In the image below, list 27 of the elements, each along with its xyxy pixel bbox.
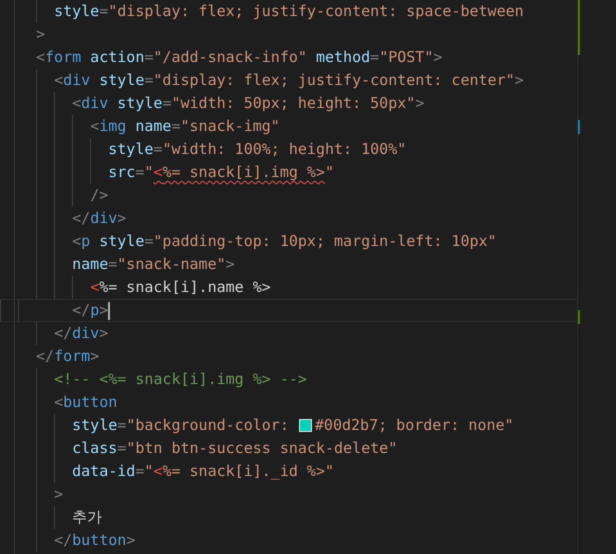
code-line: > xyxy=(54,484,64,505)
code-line: 추가 xyxy=(72,507,102,528)
code-line: /> xyxy=(90,185,108,206)
code-line: #00d2b7; border: none" xyxy=(314,415,514,436)
code-line: <%= snack[i].name %> xyxy=(90,277,271,298)
code-line: style="display: flex; justify-content: space-between xyxy=(54,1,524,22)
code-line: </div> xyxy=(72,208,126,229)
code-line: </form> xyxy=(36,346,100,367)
code-line: style="background-color: xyxy=(72,415,290,436)
code-line: <img name="snack-img" xyxy=(90,116,280,137)
code-line: <form action="/add-snack-info" method="POST"> xyxy=(36,47,442,68)
code-line: name="snack-name"> xyxy=(72,254,235,275)
code-line: > xyxy=(36,24,46,45)
code-line: </div> xyxy=(54,323,108,344)
color-swatch-icon[interactable] xyxy=(298,419,312,432)
code-line: </p> xyxy=(72,300,108,321)
code-line: src="<%= snack[i].img %>" xyxy=(108,162,334,183)
code-line: style="width: 100%; height: 100%" xyxy=(108,139,406,160)
code-line: <button xyxy=(54,392,118,413)
code-line: data-id="<%= snack[i]._id %>" xyxy=(72,461,334,482)
text-cursor xyxy=(108,302,110,320)
code-line: <div style="width: 50px; height: 50px"> xyxy=(72,93,424,114)
code-line: <p style="padding-top: 10px; margin-left: 10px" xyxy=(72,231,497,252)
code-line: <div style="display: flex; justify-content: center"> xyxy=(54,70,524,91)
code-line: </button> xyxy=(54,530,136,551)
code-line: class="btn btn-success snack-delete" xyxy=(72,438,398,459)
code-line: <!-- <%= snack[i].img %> --> xyxy=(54,369,307,390)
